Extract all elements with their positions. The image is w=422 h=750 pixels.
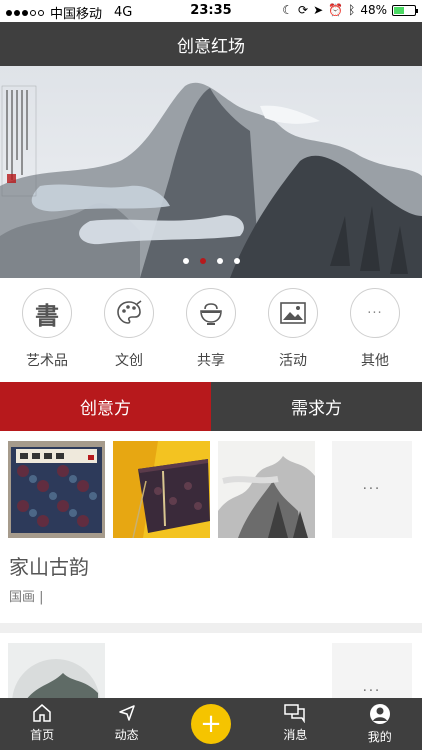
carousel-dot[interactable]: [216, 258, 223, 264]
message-icon: [284, 704, 306, 723]
listing-thumbnail[interactable]: [113, 441, 210, 538]
box-set-image: [113, 441, 210, 538]
bluetooth-icon: ᛒ: [348, 3, 356, 17]
status-right: ☾ ⟳ ➤ ⏰ ᛒ 48%: [282, 3, 418, 17]
tab-label: 创意方: [80, 399, 131, 419]
nav-label: 动态: [114, 728, 139, 742]
battery-fill: [394, 6, 404, 14]
moon-icon: ☾: [282, 3, 294, 17]
category-label: 共享: [197, 353, 225, 369]
listing-tag: 国画 |: [9, 590, 44, 605]
add-button[interactable]: +: [191, 704, 231, 744]
category-label: 艺术品: [26, 353, 68, 369]
add-icon: +: [200, 709, 222, 739]
more-images-button[interactable]: ···: [332, 643, 412, 703]
profile-icon: [369, 704, 390, 724]
carousel-dot[interactable]: [182, 258, 189, 264]
tab-creator[interactable]: 创意方: [0, 382, 211, 431]
palette-icon: [104, 288, 154, 338]
carousel-dot[interactable]: [199, 258, 206, 264]
carousel-dot[interactable]: [233, 258, 240, 264]
nav-home[interactable]: 首页: [7, 698, 77, 743]
more-images-button[interactable]: ···: [332, 441, 412, 538]
category-label: 文创: [115, 353, 143, 369]
nav-label: 首页: [30, 728, 55, 742]
calligraphy-icon: 書: [22, 288, 72, 338]
nav-messages[interactable]: 消息: [260, 698, 330, 743]
listing-thumbnail[interactable]: [8, 441, 105, 538]
category-creative[interactable]: 文创: [94, 288, 164, 382]
tab-demander[interactable]: 需求方: [211, 382, 422, 431]
role-tabs: 创意方 需求方: [0, 382, 422, 431]
tab-label: 需求方: [291, 399, 342, 419]
listing-title: 家山古韵: [9, 555, 89, 579]
carousel-indicators[interactable]: [0, 258, 422, 264]
category-label: 活动: [279, 353, 307, 369]
listing-thumbnail[interactable]: [8, 643, 105, 703]
category-label: 其他: [361, 353, 389, 369]
header-bar: 创意红场: [0, 22, 422, 66]
category-other[interactable]: ··· 其他: [340, 288, 410, 382]
listing-thumbnails: [8, 643, 105, 703]
nav-label: 消息: [283, 728, 308, 742]
page-title: 创意红场: [177, 36, 245, 57]
picture-icon: [268, 288, 318, 338]
battery-percent: 48%: [360, 3, 387, 17]
rotation-lock-icon: ⟳: [298, 3, 309, 17]
navigation-icon: [118, 705, 135, 721]
banner-carousel[interactable]: [0, 66, 422, 278]
nav-profile[interactable]: 我的: [345, 698, 415, 745]
ink-painting-image: [218, 441, 315, 538]
listing-card[interactable]: ···: [0, 633, 422, 703]
category-row: 書 艺术品 文创 共享 活动 ··· 其他: [0, 278, 422, 382]
alarm-icon: ⏰: [328, 3, 344, 17]
landscape-painting-image: [0, 66, 422, 278]
category-artwork[interactable]: 書 艺术品: [12, 288, 82, 382]
nav-feed[interactable]: 动态: [92, 698, 162, 743]
book-cover-image: [8, 441, 105, 538]
listing-thumbnails: [8, 441, 315, 538]
ink-painting-image: [8, 643, 105, 703]
home-icon: [33, 704, 51, 722]
bowl-icon: [186, 288, 236, 338]
listing-card[interactable]: ··· 家山古韵 国画 |: [0, 431, 422, 623]
category-event[interactable]: 活动: [258, 288, 328, 382]
location-icon: ➤: [313, 3, 324, 17]
category-share[interactable]: 共享: [176, 288, 246, 382]
status-bar: 中国移动 4G 23:35 ☾ ⟳ ➤ ⏰ ᛒ 48%: [0, 0, 422, 22]
listing-thumbnail[interactable]: [218, 441, 315, 538]
more-icon: ···: [350, 288, 400, 338]
nav-label: 我的: [367, 730, 392, 744]
battery-icon: [392, 4, 418, 16]
